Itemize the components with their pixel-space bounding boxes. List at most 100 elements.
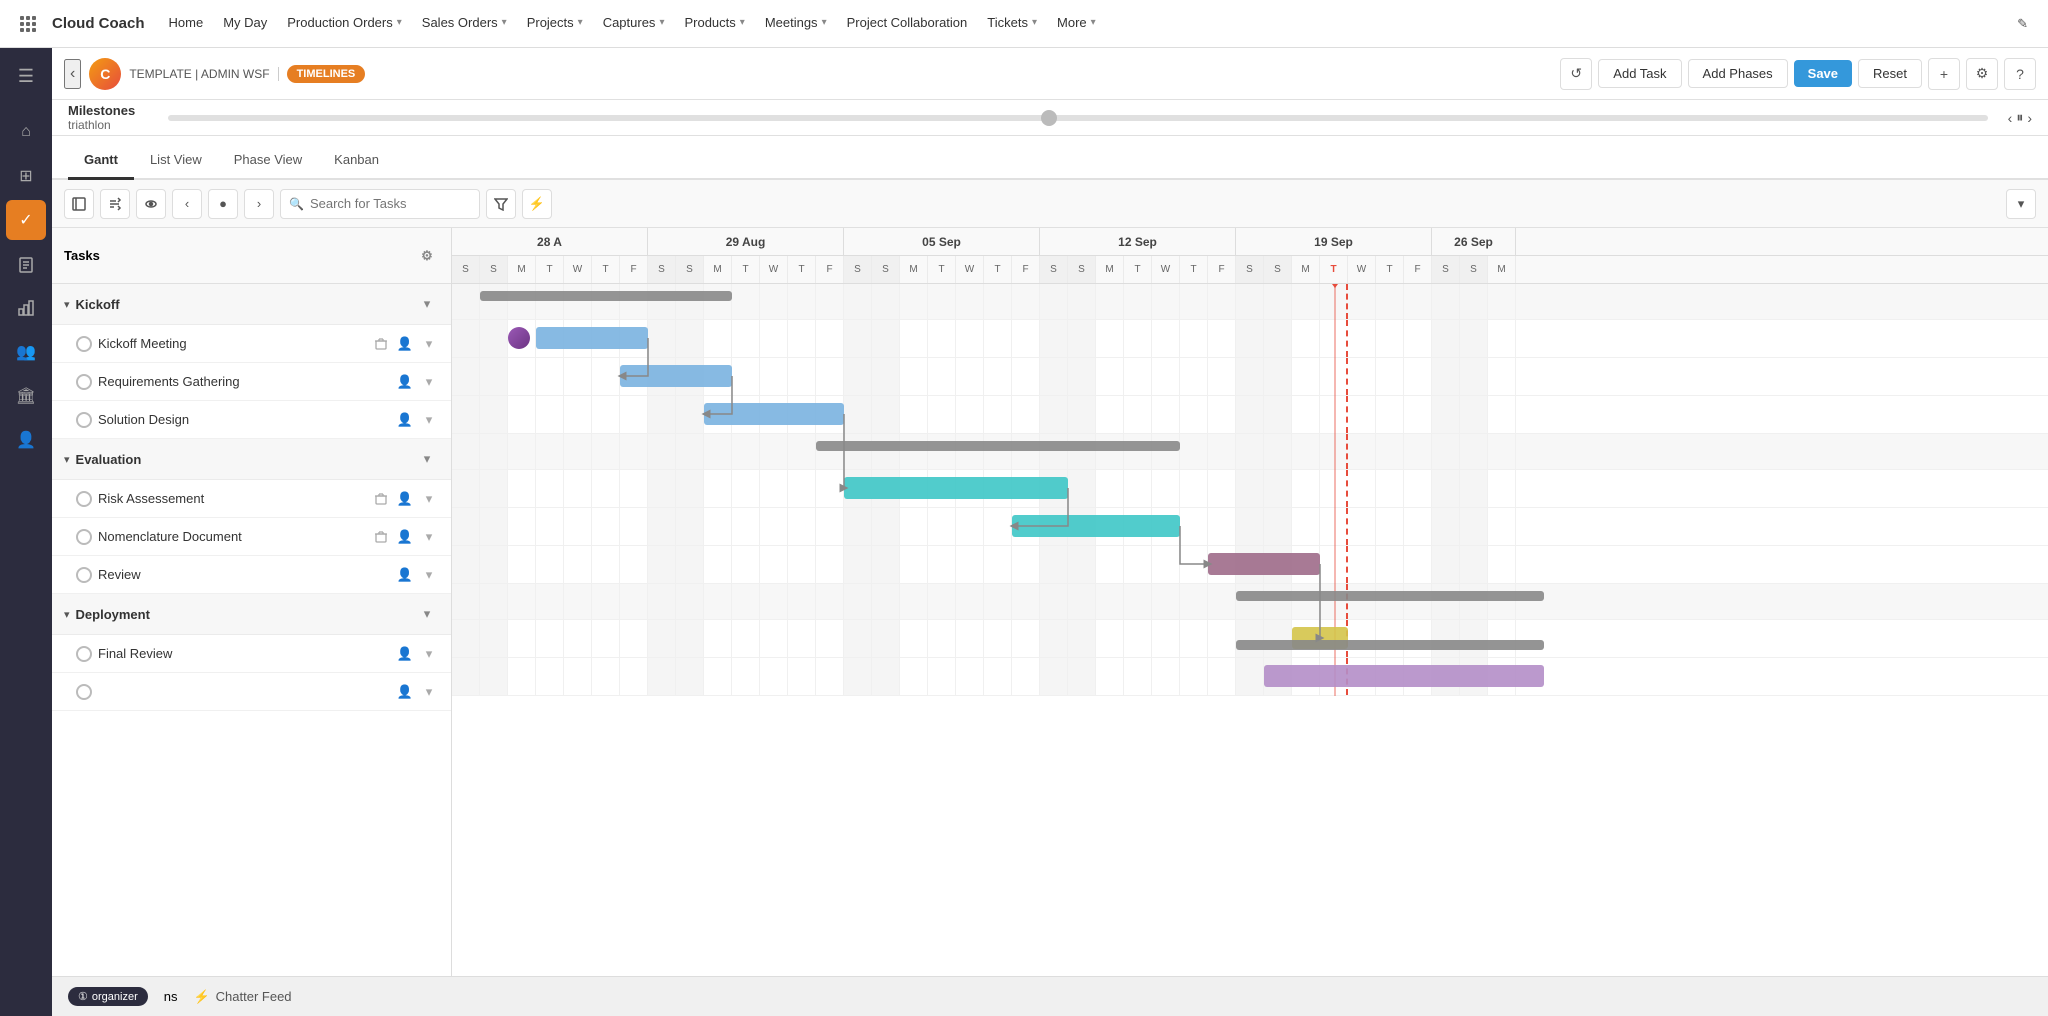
task-dropdown[interactable]: ▾ [419, 334, 439, 354]
tab-phase-view[interactable]: Phase View [218, 142, 318, 180]
progress-next-button[interactable]: › [2027, 110, 2032, 126]
task-status-circle[interactable] [76, 646, 92, 662]
toolbar-dropdown[interactable]: ▾ [2006, 189, 2036, 219]
progress-track[interactable] [168, 115, 1988, 121]
sidebar-item-people[interactable]: 👥 [6, 332, 46, 372]
tab-list-view[interactable]: List View [134, 142, 218, 180]
gantt-bar[interactable] [1208, 553, 1320, 575]
sidebar-item-home[interactable]: ⌂ [6, 112, 46, 152]
group-kickoff[interactable]: ▾ Kickoff ▾ [52, 284, 451, 325]
settings-button[interactable]: ⚙ [1966, 58, 1998, 90]
refresh-button[interactable]: ↺ [1560, 58, 1592, 90]
organizer-badge[interactable]: ① organizer [68, 987, 148, 1006]
gantt-bar[interactable] [536, 327, 648, 349]
gantt-bar[interactable] [480, 291, 732, 301]
back-button[interactable]: ‹ [64, 59, 81, 89]
dot-button[interactable]: ● [208, 189, 238, 219]
user-icon[interactable]: 👤 [395, 334, 415, 354]
sort-button[interactable] [100, 189, 130, 219]
add-phases-button[interactable]: Add Phases [1688, 59, 1788, 88]
progress-thumb[interactable] [1041, 110, 1057, 126]
task-status-circle[interactable] [76, 529, 92, 545]
gantt-bar[interactable] [1012, 515, 1180, 537]
prev-button[interactable]: ‹ [172, 189, 202, 219]
user-icon[interactable]: 👤 [395, 489, 415, 509]
user-icon[interactable]: 👤 [395, 372, 415, 392]
nav-home[interactable]: Home [161, 0, 212, 48]
task-dropdown[interactable]: ▾ [419, 565, 439, 585]
task-settings-button[interactable]: ⚙ [415, 244, 439, 268]
task-dropdown[interactable]: ▾ [419, 410, 439, 430]
task-dropdown[interactable]: ▾ [419, 682, 439, 702]
gantt-bar[interactable] [1264, 665, 1544, 687]
sidebar-item-chart[interactable] [6, 288, 46, 328]
nav-production-orders[interactable]: Production Orders ▾ [279, 0, 410, 48]
gantt-bar[interactable] [704, 403, 844, 425]
gantt-bar[interactable] [816, 441, 1180, 451]
user-icon[interactable]: 👤 [395, 565, 415, 585]
sidebar-item-grid[interactable]: ⊞ [6, 156, 46, 196]
task-status-circle[interactable] [76, 412, 92, 428]
gantt-bar[interactable] [1236, 591, 1544, 601]
tab-gantt[interactable]: Gantt [68, 142, 134, 180]
gantt-bar[interactable] [1236, 640, 1544, 650]
group-deployment-dropdown[interactable]: ▾ [415, 602, 439, 626]
nav-my-day[interactable]: My Day [215, 0, 275, 48]
delete-icon[interactable] [371, 527, 391, 547]
sidebar-item-bank[interactable]: 🏛 [6, 376, 46, 416]
nav-tickets[interactable]: Tickets ▾ [979, 0, 1045, 48]
task-dropdown[interactable]: ▾ [419, 372, 439, 392]
task-dropdown[interactable]: ▾ [419, 644, 439, 664]
group-kickoff-dropdown[interactable]: ▾ [415, 292, 439, 316]
user-icon[interactable]: 👤 [395, 410, 415, 430]
nav-meetings[interactable]: Meetings ▾ [757, 0, 835, 48]
nav-projects[interactable]: Projects ▾ [519, 0, 591, 48]
lightning-button[interactable]: ⚡ [522, 189, 552, 219]
group-deployment[interactable]: ▾ Deployment ▾ [52, 594, 451, 635]
collapse-button[interactable] [64, 189, 94, 219]
task-status-circle[interactable] [76, 374, 92, 390]
sidebar-menu-toggle[interactable]: ☰ [6, 56, 46, 96]
group-evaluation[interactable]: ▾ Evaluation ▾ [52, 439, 451, 480]
delete-icon[interactable] [371, 334, 391, 354]
sidebar-item-clipboard[interactable] [6, 244, 46, 284]
nav-project-collaboration[interactable]: Project Collaboration [839, 0, 976, 48]
task-status-circle[interactable] [76, 684, 92, 700]
group-evaluation-dropdown[interactable]: ▾ [415, 447, 439, 471]
user-icon[interactable]: 👤 [395, 682, 415, 702]
help-button[interactable]: ? [2004, 58, 2036, 90]
save-button[interactable]: Save [1794, 60, 1852, 87]
task-dropdown[interactable]: ▾ [419, 527, 439, 547]
add-task-button[interactable]: Add Task [1598, 59, 1681, 88]
progress-prev-button[interactable]: ‹ [2008, 110, 2013, 126]
gantt-bar[interactable] [620, 365, 732, 387]
app-grid-icon[interactable] [12, 8, 44, 40]
plus-button[interactable]: + [1928, 58, 1960, 90]
task-status-circle[interactable] [76, 491, 92, 507]
progress-pause-button[interactable]: ⏸ [2016, 109, 2023, 126]
nav-sales-orders[interactable]: Sales Orders ▾ [414, 0, 515, 48]
sidebar-item-person[interactable]: 👤 [6, 420, 46, 460]
gantt-bar[interactable] [844, 477, 1068, 499]
search-input[interactable] [310, 196, 471, 211]
sidebar: ☰ ⌂ ⊞ ✓ 👥 🏛 👤 [0, 48, 52, 1016]
nav-more[interactable]: More ▾ [1049, 0, 1104, 48]
organizer-label: organizer [92, 991, 138, 1003]
next-button[interactable]: › [244, 189, 274, 219]
visibility-button[interactable] [136, 189, 166, 219]
chatter-feed-button[interactable]: ⚡ Chatter Feed [193, 989, 291, 1005]
nav-captures[interactable]: Captures ▾ [595, 0, 673, 48]
user-icon[interactable]: 👤 [395, 644, 415, 664]
task-dropdown[interactable]: ▾ [419, 489, 439, 509]
task-status-circle[interactable] [76, 336, 92, 352]
filter-button[interactable] [486, 189, 516, 219]
reset-button[interactable]: Reset [1858, 59, 1922, 88]
sidebar-item-check[interactable]: ✓ [6, 200, 46, 240]
edit-nav-icon[interactable]: ✎ [2009, 8, 2036, 40]
task-status-circle[interactable] [76, 567, 92, 583]
user-icon[interactable]: 👤 [395, 527, 415, 547]
nav-products[interactable]: Products ▾ [676, 0, 752, 48]
delete-icon[interactable] [371, 489, 391, 509]
tab-kanban[interactable]: Kanban [318, 142, 395, 180]
gantt-chart[interactable]: 28 A29 Aug05 Sep12 Sep19 Sep26 SepSSMTWT… [452, 228, 2048, 976]
